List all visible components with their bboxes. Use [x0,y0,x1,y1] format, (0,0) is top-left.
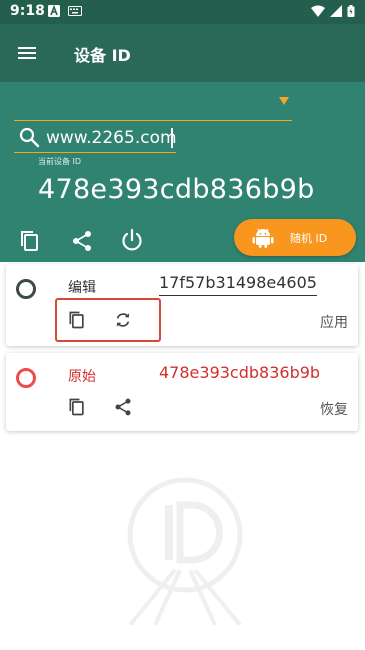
original-label: 原始 [68,369,96,385]
a-badge-icon [48,5,60,17]
header-panel: 当前设备 ID 478e393cdb836b9b 随机 ID [0,82,365,262]
original-id-value: 478e393cdb836b9b [159,363,321,382]
original-id-card: 原始 478e393cdb836b9b 恢复 [6,353,358,431]
status-time: 9:18 [10,3,45,19]
search-input[interactable] [46,124,276,152]
copy-icon[interactable] [67,397,87,417]
keyboard-icon [68,6,82,16]
signal-icon [330,5,342,17]
power-icon[interactable] [120,228,144,252]
android-icon [252,228,274,248]
apply-button[interactable]: 应用 [320,312,348,332]
random-id-label: 随机 ID [290,232,328,245]
dropdown-underline [14,120,292,121]
copy-icon[interactable] [67,310,87,330]
edit-id-value[interactable]: 17f57b31498e4605 [159,273,317,292]
search-icon [19,127,40,148]
dropdown-arrow-icon[interactable] [277,96,291,106]
share-icon[interactable] [113,397,133,417]
refresh-icon[interactable] [113,310,133,330]
menu-icon[interactable] [14,40,40,66]
current-device-id: 478e393cdb836b9b [38,174,315,205]
random-id-button[interactable]: 随机 ID [234,219,356,256]
text-cursor [171,128,173,148]
battery-icon [347,5,355,17]
edit-label: 编辑 [68,280,96,296]
edit-id-card: 编辑 17f57b31498e4605 应用 [6,264,358,346]
status-bar: 9:18 [0,0,365,24]
restore-button[interactable]: 恢复 [320,399,348,419]
app-bar: 设备 ID [0,24,365,82]
search-underline [14,152,176,153]
share-icon[interactable] [70,229,94,253]
app-title: 设备 ID [74,46,131,65]
edit-radio[interactable] [16,279,36,299]
id-watermark-logo [127,477,243,625]
current-id-label: 当前设备 ID [38,157,82,166]
original-radio[interactable] [16,368,36,388]
edit-id-underline [159,295,317,296]
copy-icon[interactable] [18,229,42,253]
wifi-icon [311,5,325,17]
